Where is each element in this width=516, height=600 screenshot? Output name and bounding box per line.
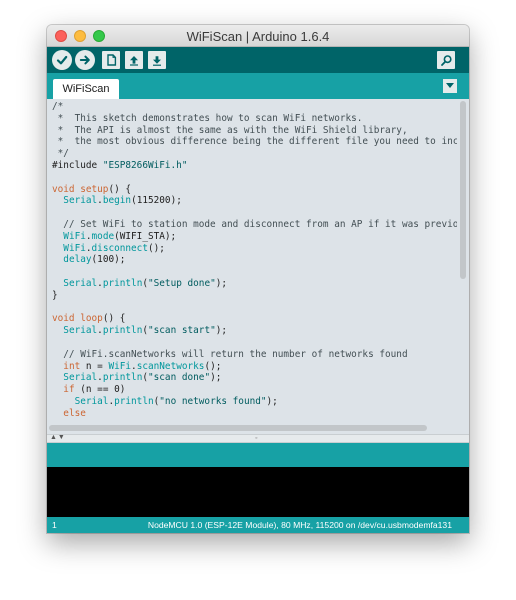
tab-menu-button[interactable] xyxy=(443,79,457,93)
serial-monitor-button[interactable] xyxy=(437,51,455,69)
code-line[interactable]: * The API is almost the same as with the… xyxy=(52,125,469,137)
code-line[interactable]: } xyxy=(52,290,469,302)
pane-divider[interactable]: ▲▼ ◦ xyxy=(47,434,469,443)
code-line[interactable]: void loop() { xyxy=(52,313,469,325)
line-number: 1 xyxy=(52,520,57,530)
code-line[interactable]: Serial.begin(115200); xyxy=(52,195,469,207)
toolbar xyxy=(47,47,469,73)
tab-label: WiFiScan xyxy=(62,83,110,95)
status-bar: 1 NodeMCU 1.0 (ESP-12E Module), 80 MHz, … xyxy=(47,517,469,533)
verify-button[interactable] xyxy=(52,50,72,70)
code-line[interactable]: * the most obvious difference being the … xyxy=(52,136,469,148)
code-line[interactable]: WiFi.disconnect(); xyxy=(52,243,469,255)
code-line[interactable]: if (n == 0) xyxy=(52,384,469,396)
code-line[interactable]: // Set WiFi to station mode and disconne… xyxy=(52,219,469,231)
tab-wifiscan[interactable]: WiFiScan xyxy=(53,79,119,99)
code-line[interactable] xyxy=(52,337,469,349)
collapse-arrows-icon[interactable]: ▲▼ xyxy=(50,434,66,441)
code-line[interactable]: /* xyxy=(52,101,469,113)
vertical-scroll-thumb[interactable] xyxy=(460,101,466,279)
check-icon xyxy=(56,55,68,65)
console-output[interactable] xyxy=(47,467,469,517)
vertical-scrollbar[interactable] xyxy=(457,99,469,417)
code-line[interactable] xyxy=(52,172,469,184)
arduino-ide-window: WiFiScan | Arduino 1.6.4 WiFiScan /* * T… xyxy=(47,25,469,533)
divider-grip-icon[interactable]: ◦ xyxy=(255,435,257,442)
code-line[interactable]: // WiFi.scanNetworks will return the num… xyxy=(52,349,469,361)
code-line[interactable]: * This sketch demonstrates how to scan W… xyxy=(52,113,469,125)
window-title: WiFiScan | Arduino 1.6.4 xyxy=(186,29,330,44)
code-line[interactable] xyxy=(52,302,469,314)
code-editor[interactable]: /* * This sketch demonstrates how to sca… xyxy=(47,99,469,422)
code-text[interactable]: /* * This sketch demonstrates how to sca… xyxy=(52,101,469,420)
code-line[interactable]: */ xyxy=(52,148,469,160)
title-bar[interactable]: WiFiScan | Arduino 1.6.4 xyxy=(47,25,469,47)
arrow-up-icon xyxy=(130,56,138,66)
arrow-right-icon xyxy=(79,55,90,65)
new-sketch-button[interactable] xyxy=(102,51,120,69)
code-line[interactable]: Serial.println("no networks found"); xyxy=(52,396,469,408)
magnifier-icon xyxy=(440,54,452,66)
code-line[interactable] xyxy=(52,207,469,219)
horizontal-scroll-thumb[interactable] xyxy=(49,425,427,431)
code-line[interactable]: else xyxy=(52,408,469,420)
tab-bar: WiFiScan xyxy=(47,73,469,99)
message-bar xyxy=(47,443,469,467)
open-sketch-button[interactable] xyxy=(125,51,143,69)
code-line[interactable]: Serial.println("scan done"); xyxy=(52,372,469,384)
horizontal-scrollbar[interactable] xyxy=(47,422,469,434)
upload-button[interactable] xyxy=(75,50,95,70)
new-file-icon xyxy=(106,54,116,66)
save-sketch-button[interactable] xyxy=(148,51,166,69)
code-line[interactable]: #include "ESP8266WiFi.h" xyxy=(52,160,469,172)
code-line[interactable] xyxy=(52,266,469,278)
code-line[interactable]: Serial.println("Setup done"); xyxy=(52,278,469,290)
arrow-down-icon xyxy=(153,56,161,66)
code-line[interactable]: Serial.println("scan start"); xyxy=(52,325,469,337)
code-line[interactable]: void setup() { xyxy=(52,184,469,196)
code-line[interactable]: WiFi.mode(WIFI_STA); xyxy=(52,231,469,243)
board-info: NodeMCU 1.0 (ESP-12E Module), 80 MHz, 11… xyxy=(147,520,452,530)
triangle-down-icon xyxy=(446,83,454,88)
code-line[interactable]: int n = WiFi.scanNetworks(); xyxy=(52,361,469,373)
code-line[interactable]: delay(100); xyxy=(52,254,469,266)
